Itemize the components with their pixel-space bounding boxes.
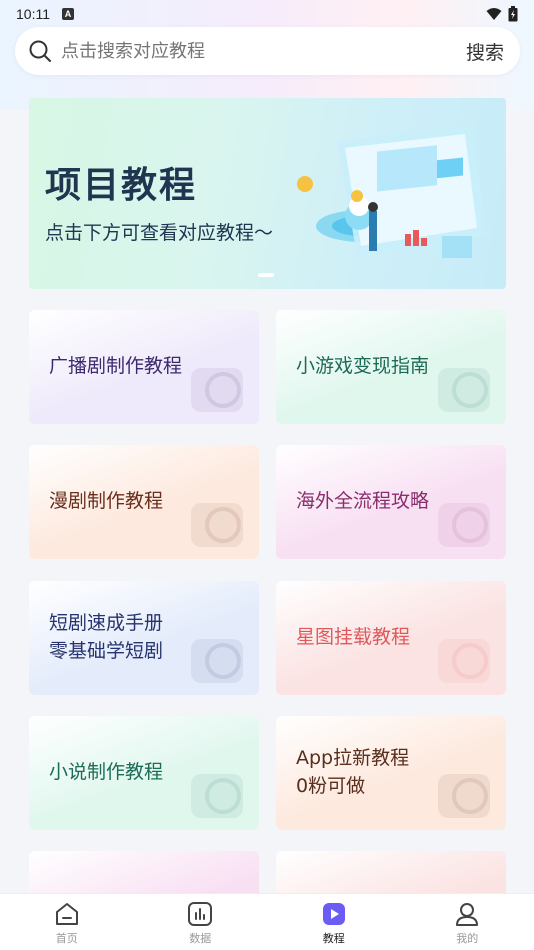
accessibility-status-icon: A [62,8,74,20]
card-decoration-icon [438,503,490,547]
tutorial-card-label: 漫剧制作教程 [49,490,164,512]
home-icon [55,903,78,925]
play-icon [322,903,345,925]
tutorial-card[interactable]: 海外全流程攻略 [276,445,506,559]
banner[interactable]: 项目教程 点击下方可查看对应教程～ [29,98,506,289]
bottom-tab-bar: 首页 数据 教程 我的 [0,893,534,950]
tutorial-card-label: 短剧速成手册 零基础学短剧 [49,612,164,662]
search-icon [29,40,51,62]
tab-tutorial-label: 教程 [322,932,345,945]
search-input[interactable] [61,40,466,62]
search-bar[interactable]: 搜索 [15,27,520,75]
banner-subtitle: 点击下方可查看对应教程～ [45,222,274,244]
tutorial-card[interactable]: 广播剧制作教程 [29,310,259,424]
banner-title: 项目教程 [45,165,198,206]
user-icon [456,903,479,926]
status-bar: 10:11 A [0,0,534,28]
tutorial-card[interactable]: App拉新教程 0粉可做 [276,716,506,830]
tab-home[interactable]: 首页 [0,894,134,950]
chart-icon [188,902,213,926]
battery-icon [508,6,518,22]
card-decoration-icon [191,503,243,547]
search-button[interactable]: 搜索 [466,38,504,65]
tutorial-card-label: 广播剧制作教程 [49,355,183,377]
tutorial-card-label: 星图挂载教程 [296,626,411,648]
banner-illustration [297,126,487,258]
card-decoration-icon [191,639,243,683]
tutorial-card[interactable]: 短剧速成手册 零基础学短剧 [29,581,259,695]
tab-data[interactable]: 数据 [134,894,268,950]
tutorial-card-label: 小游戏变现指南 [296,355,430,377]
tab-data-label: 数据 [189,932,212,945]
card-decoration-icon [438,639,490,683]
tutorial-card[interactable]: 小说制作教程 [29,716,259,830]
tab-profile-label: 我的 [456,932,479,945]
tutorial-card-label: 海外全流程攻略 [296,490,430,512]
tab-tutorial[interactable]: 教程 [267,894,401,950]
card-decoration-icon [191,774,243,818]
status-time: 10:11 [16,6,50,22]
tutorial-card[interactable]: 星图挂载教程 [276,581,506,695]
pagination-dot[interactable] [258,273,274,277]
tutorial-card[interactable]: 漫剧制作教程 [29,445,259,559]
tab-home-label: 首页 [55,932,78,945]
tab-profile[interactable]: 我的 [401,894,534,950]
card-decoration-icon [438,368,490,412]
tutorial-card-label: 小说制作教程 [49,761,164,783]
banner-pagination [258,273,274,277]
tutorial-card-label: App拉新教程 0粉可做 [296,747,410,797]
wifi-icon [486,8,502,20]
card-decoration-icon [438,774,490,818]
card-decoration-icon [191,368,243,412]
tutorial-card[interactable]: 小游戏变现指南 [276,310,506,424]
